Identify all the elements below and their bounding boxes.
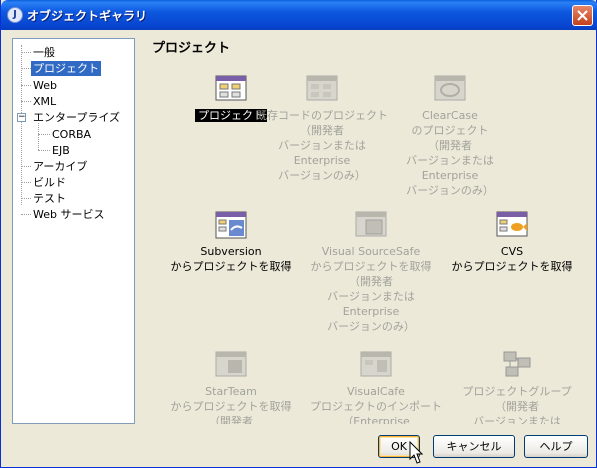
cancel-button[interactable]: キャンセル	[433, 435, 515, 458]
tree-item-project[interactable]: プロジェクト	[31, 61, 101, 76]
clearcase-icon	[434, 75, 466, 101]
tree-item-enterprise[interactable]: エンタープライズ	[31, 110, 122, 125]
gallery-item-existing-code[interactable]: 既存コードのプロジェクト （開発者 バージョンまたは Enterprise バー…	[250, 74, 394, 183]
help-button[interactable]: ヘルプ	[524, 435, 588, 458]
gallery-item-label: Subversion からプロジェクトを取得	[170, 245, 292, 273]
gallery-item-project-group[interactable]: プロジェクトグループ （開発者 バージョンまたは	[447, 350, 587, 424]
category-tree[interactable]: − 一般 プロジェクト Web XML エンタープライズ CORBA EJB ア…	[12, 38, 135, 424]
tree-item-xml[interactable]: XML	[31, 94, 58, 109]
visualcafe-icon	[360, 351, 392, 377]
gallery-item-starteam[interactable]: StarTeam からプロジェクトを取得 （開発者	[161, 350, 301, 424]
gallery-item-cvs[interactable]: CVS からプロジェクトを取得	[442, 210, 582, 274]
tree-item-web[interactable]: Web	[31, 78, 59, 93]
gallery-item-visualcafe[interactable]: VisualCafe プロジェクトのインポート （Enterprise	[306, 350, 446, 424]
mouse-cursor-icon	[409, 441, 423, 464]
subversion-icon	[215, 211, 247, 239]
tree-item-web-services[interactable]: Web サービス	[31, 207, 106, 222]
gallery-panel: プロジェクト 既存コードのプロジェクト （開発者 バージョンまたは Enterp…	[142, 62, 588, 424]
gallery-item-label: ClearCase のプロジェクト （開発者 バージョンまたは Enterpri…	[406, 109, 494, 197]
project-icon	[215, 75, 247, 101]
tree-item-general[interactable]: 一般	[31, 45, 57, 60]
gallery-item-subversion[interactable]: Subversion からプロジェクトを取得	[161, 210, 301, 274]
collapse-enterprise-icon[interactable]: −	[17, 113, 26, 122]
gallery-item-label: CVS からプロジェクトを取得	[451, 245, 573, 273]
existing-code-project-icon	[306, 75, 338, 101]
gallery-item-label: StarTeam からプロジェクトを取得 （開発者	[170, 385, 292, 424]
gallery-item-label: 既存コードのプロジェクト （開発者 バージョンまたは Enterprise バー…	[256, 109, 388, 182]
gallery-item-label: Visual SourceSafe からプロジェクトを取得 （開発者 バージョン…	[310, 245, 432, 333]
sourcesafe-icon	[355, 211, 387, 237]
tree-item-ejb[interactable]: EJB	[50, 143, 72, 158]
starteam-icon	[215, 351, 247, 377]
section-title: プロジェクト	[152, 41, 231, 56]
gallery-item-sourcesafe[interactable]: Visual SourceSafe からプロジェクトを取得 （開発者 バージョン…	[306, 210, 436, 334]
close-button[interactable]	[572, 5, 593, 26]
object-gallery-dialog: J オブジェクトギャラリ − 一般 プロジェクト Web XML エンタープライ…	[0, 0, 597, 468]
tree-item-archive[interactable]: アーカイブ	[31, 159, 89, 174]
gallery-item-clearcase[interactable]: ClearCase のプロジェクト （開発者 バージョンまたは Enterpri…	[380, 74, 520, 198]
project-group-icon	[503, 351, 531, 377]
gallery-item-label: VisualCafe プロジェクトのインポート （Enterprise	[310, 385, 442, 424]
java-app-icon: J	[7, 7, 23, 23]
tree-item-test[interactable]: テスト	[31, 191, 68, 206]
tree-item-build[interactable]: ビルド	[31, 175, 68, 190]
gallery-item-label: プロジェクトグループ （開発者 バージョンまたは	[462, 385, 572, 424]
cvs-icon	[496, 211, 528, 237]
window-title: オブジェクトギャラリ	[27, 9, 148, 23]
close-icon	[577, 10, 588, 21]
tree-item-corba[interactable]: CORBA	[50, 127, 93, 142]
title-bar[interactable]: J オブジェクトギャラリ	[1, 0, 597, 30]
